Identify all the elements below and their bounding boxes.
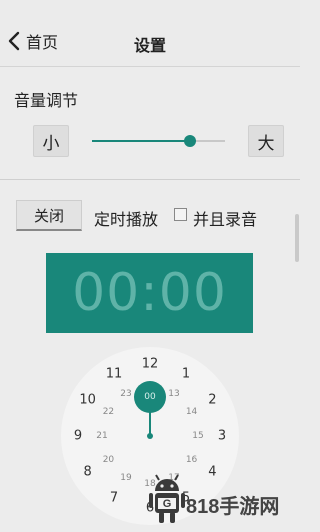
record-label[interactable]: 并且录音 [193,206,257,230]
scrollbar-thumb[interactable] [295,214,299,262]
clock-number-16[interactable]: 16 [186,455,197,465]
app-header: 首页 设置 [0,0,300,67]
clock-number-21[interactable]: 21 [96,431,107,441]
record-checkbox[interactable] [174,208,187,221]
volume-slider-thumb[interactable] [184,135,197,147]
timer-display: 00:00 [46,253,253,333]
clock-number-15[interactable]: 15 [192,431,203,441]
clock-number-20[interactable]: 20 [103,455,114,465]
clock-number-7[interactable]: 7 [110,491,118,506]
clock-number-10[interactable]: 10 [79,393,96,408]
clock-number-8[interactable]: 8 [84,465,92,480]
clock-number-2[interactable]: 2 [208,393,216,408]
timer-row: 关闭 定时播放 并且录音 [0,200,300,232]
clock-center [147,433,153,439]
volume-section: 音量调节 小 大 [0,67,300,180]
page-title: 设置 [133,36,166,55]
timer-close-button[interactable]: 关闭 [16,200,82,231]
watermark-text: 818手游网 [186,496,280,518]
volume-down-button[interactable]: 小 [33,125,69,157]
volume-slider-fill [92,140,191,142]
clock-number-14[interactable]: 14 [186,407,197,417]
clock-number-23[interactable]: 23 [120,389,131,399]
clock-number-9[interactable]: 9 [74,429,82,444]
clock-number-12[interactable]: 12 [142,357,159,372]
timer-label: 定时播放 [94,210,159,229]
volume-label: 音量调节 [14,91,79,110]
clock-number-1[interactable]: 1 [182,366,190,381]
clock-selected-value[interactable]: 00 [134,381,166,413]
clock-number-3[interactable]: 3 [218,429,226,444]
clock-number-11[interactable]: 11 [106,366,123,381]
clock-number-13[interactable]: 13 [168,389,179,399]
clock-number-19[interactable]: 19 [120,473,131,483]
volume-up-button[interactable]: 大 [248,125,284,157]
svg-text:G: G [163,498,172,510]
watermark: G 818手游网 [148,470,298,528]
volume-slider[interactable] [92,135,225,147]
android-logo-icon: G [149,474,185,523]
clock-number-22[interactable]: 22 [103,407,114,417]
